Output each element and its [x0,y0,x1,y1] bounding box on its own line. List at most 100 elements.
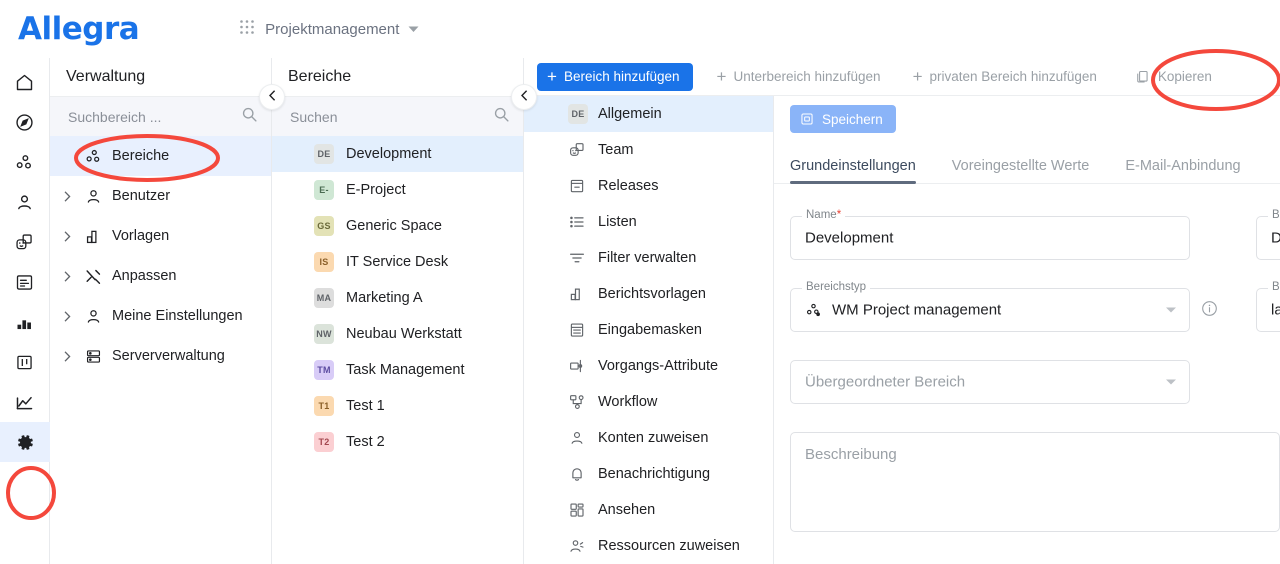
menu-item-team[interactable]: Team [524,132,773,168]
save-button[interactable]: Speichern [790,105,896,133]
menu-item-konten-zuweisen[interactable]: Konten zuweisen [524,420,773,456]
list-item[interactable]: NW Neubau Werkstatt [272,316,523,352]
parent-space-field-placeholder: Übergeordneter Bereich [805,374,965,391]
chevron-right-icon[interactable] [64,351,84,362]
tab-email-anbindung[interactable]: E-Mail-Anbindung [1125,158,1240,183]
add-private-space-label: privaten Bereich hinzufügen [930,69,1097,84]
rail-item-board[interactable] [0,342,50,382]
bar-chart-icon [14,312,35,333]
tab-grundeinstellungen[interactable]: Grundeinstellungen [790,158,916,183]
left-icon-rail [0,58,50,564]
right-field-1[interactable]: Be De [1256,216,1280,260]
sidebar-item-label: Serververwaltung [112,348,225,364]
chevron-right-icon[interactable] [64,311,84,322]
chevron-left-icon [269,88,276,106]
menu-item-label: Listen [598,214,637,230]
space-type-field[interactable]: Bereichstyp WM Project management [790,288,1190,332]
chevron-down-icon[interactable] [1166,308,1176,313]
name-field-legend: Name* [802,209,845,221]
menu-item-releases[interactable]: Releases [524,168,773,204]
menu-item-label: Konten zuweisen [598,430,708,446]
add-subspace-button[interactable]: + Unterbereich hinzufügen [709,63,889,91]
menu-item-label: Benachrichtigung [598,466,710,482]
copy-button[interactable]: Kopieren [1127,63,1220,91]
description-field-placeholder: Beschreibung [805,446,897,463]
avatar: MA [314,288,334,308]
menu-item-berichtsvorlagen[interactable]: Berichtsvorlagen [524,276,773,312]
parent-space-field[interactable]: Übergeordneter Bereich [790,360,1190,404]
rail-item-spaces[interactable] [0,142,50,182]
menu-item-allgemein[interactable]: DE Allgemein [524,96,773,132]
admin-search-input[interactable] [66,108,236,126]
list-item[interactable]: DE Development [272,136,523,172]
sidebar-item-bereiche[interactable]: Bereiche [50,136,271,176]
search-icon[interactable] [241,106,258,128]
list-item[interactable]: E- E-Project [272,172,523,208]
sidebar-item-anpassen[interactable]: Anpassen [50,256,271,296]
chevron-down-icon[interactable] [408,20,419,38]
admin-search-row[interactable] [50,97,271,136]
person-icon [84,187,112,206]
rail-item-forms[interactable] [0,262,50,302]
search-icon[interactable] [493,106,510,128]
list-item[interactable]: T2 Test 2 [272,424,523,460]
rail-item-analytics[interactable] [0,382,50,422]
grid-apps-icon[interactable] [239,19,255,40]
avatar: TM [314,360,334,380]
menu-item-eingabemasken[interactable]: Eingabemasken [524,312,773,348]
menu-item-label: Workflow [598,394,657,410]
rail-item-reports[interactable] [0,302,50,342]
chevron-down-icon[interactable] [1166,380,1176,385]
info-icon[interactable] [1201,300,1218,322]
attributes-icon [568,357,598,375]
layout-icon [568,501,598,519]
chevron-right-icon[interactable] [64,271,84,282]
add-private-space-button[interactable]: + privaten Bereich hinzufügen [905,63,1105,91]
rail-item-home[interactable] [0,62,50,102]
spaces-icon [84,147,112,166]
tools-icon [84,267,112,286]
app-logo[interactable]: Allegra [18,14,139,45]
sidebar-item-serververwaltung[interactable]: Serververwaltung [50,336,271,376]
sidebar-item-benutzer[interactable]: Benutzer [50,176,271,216]
avatar: T1 [314,396,334,416]
list-item[interactable]: TM Task Management [272,352,523,388]
menu-item-workflow[interactable]: Workflow [524,384,773,420]
rail-item-person[interactable] [0,182,50,222]
sidebar-item-vorlagen[interactable]: Vorlagen [50,216,271,256]
list-item[interactable]: MA Marketing A [272,280,523,316]
list-item[interactable]: T1 Test 1 [272,388,523,424]
chevron-right-icon[interactable] [64,231,84,242]
tab-voreingestellte-werte[interactable]: Voreingestellte Werte [952,158,1090,183]
collapse-admin-panel-button[interactable] [259,84,285,110]
board-icon [14,352,35,373]
add-space-button[interactable]: + Bereich hinzufügen [537,63,693,91]
list-item[interactable]: GS Generic Space [272,208,523,244]
save-label: Speichern [822,112,883,127]
menu-item-listen[interactable]: Listen [524,204,773,240]
spaces-search-row[interactable] [272,97,523,136]
right-field-2[interactable]: Be la [1256,288,1280,332]
menu-item-vorgangs-attribute[interactable]: Vorgangs-Attribute [524,348,773,384]
save-icon [800,112,814,126]
collapse-spaces-panel-button[interactable] [511,84,537,110]
rail-item-roles[interactable] [0,222,50,262]
menu-item-ansehen[interactable]: Ansehen [524,492,773,528]
space-detail-pane: Speichern Grundeinstellungen Voreingeste… [774,96,1280,564]
spaces-search-input[interactable] [288,108,458,126]
menu-item-ressourcen-zuweisen[interactable]: Ressourcen zuweisen [524,528,773,564]
bar-chart-icon [84,227,112,246]
chevron-right-icon[interactable] [64,191,84,202]
description-field[interactable]: Beschreibung [790,432,1280,532]
menu-item-filter-verwalten[interactable]: Filter verwalten [524,240,773,276]
rail-item-settings[interactable] [0,422,50,462]
app-switcher-label[interactable]: Projektmanagement [265,21,399,38]
name-field[interactable]: Name* Development [790,216,1190,260]
copy-label: Kopieren [1158,69,1212,84]
menu-item-benachrichtigung[interactable]: Benachrichtigung [524,456,773,492]
plus-icon: + [913,68,923,85]
rail-item-explore[interactable] [0,102,50,142]
menu-item-label: Vorgangs-Attribute [598,358,718,374]
list-item[interactable]: IS IT Service Desk [272,244,523,280]
sidebar-item-meine-einstellungen[interactable]: Meine Einstellungen [50,296,271,336]
